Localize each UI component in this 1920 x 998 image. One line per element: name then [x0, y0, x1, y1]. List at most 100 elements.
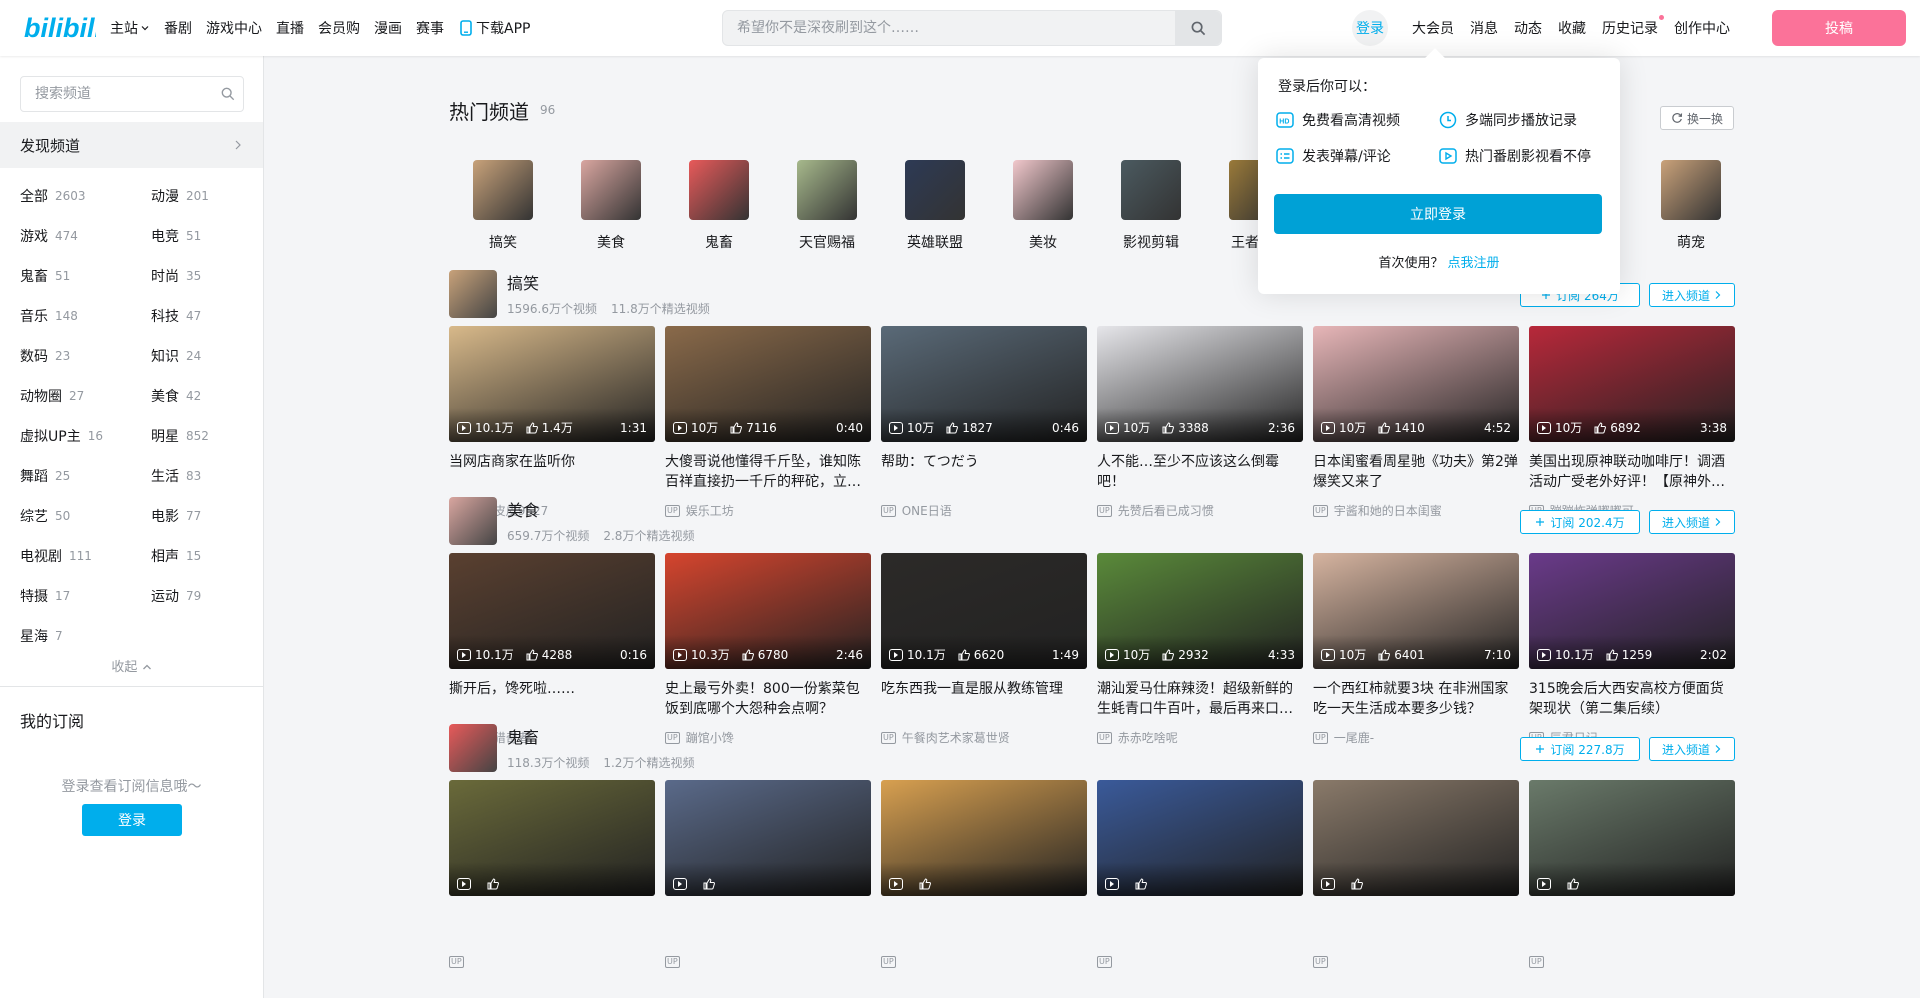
video-card[interactable]: 10.1万12592:02315晚会后大西安高校方便面货架现状（第二集后续）UP… [1529, 553, 1735, 746]
video-card[interactable]: UP [665, 780, 871, 968]
channel-search-input[interactable] [21, 77, 213, 111]
section-avatar[interactable] [449, 497, 497, 545]
bilibili-logo[interactable]: bilibili [24, 12, 96, 44]
video-card[interactable]: 10.3万 6780 2:46 史上最亏外卖！800一份紫菜包饭到底哪个大怨种会点啊？… [665, 553, 871, 746]
hot-channel-item[interactable]: 天官赐福 [773, 160, 881, 252]
video-card[interactable]: UP [1097, 780, 1303, 968]
video-card[interactable]: 10.1万 6620 1:49 吃东西我一直是服从教练管理 UP 午餐肉艺术家葛世贤 [881, 553, 1087, 746]
enter-channel-button[interactable]: 进入频道 [1649, 510, 1735, 534]
sidebar-category[interactable]: 相声 15 [151, 536, 250, 576]
video-thumbnail[interactable]: 10万 3388 2:36 [1097, 326, 1303, 442]
video-title[interactable]: 315晚会后大西安高校方便面货架现状（第二集后续） [1529, 679, 1735, 719]
sidebar-category[interactable]: 时尚 35 [151, 256, 250, 296]
video-card[interactable]: UP [449, 780, 655, 968]
hot-channel-item[interactable]: 影视剪辑 [1097, 160, 1205, 252]
sidebar-category[interactable]: 虚拟UP主 16 [20, 416, 151, 456]
sidebar-login-button[interactable]: 登录 [82, 804, 182, 836]
video-title[interactable]: 大傻哥说他懂得千斤坠，谁知陈百祥直接扔一千斤的秤砣，立… [665, 452, 871, 492]
collapse-button[interactable]: 收起 [0, 656, 263, 675]
sidebar-category[interactable]: 美食 42 [151, 376, 250, 416]
hot-channel-item[interactable]: 鬼畜 [665, 160, 773, 252]
login-now-button[interactable]: 立即登录 [1274, 194, 1602, 234]
video-title[interactable] [1313, 906, 1519, 946]
creator-center-link[interactable]: 创作中心 [1674, 18, 1730, 38]
video-card[interactable]: 10万 7116 0:40 大傻哥说他懂得千斤坠，谁知陈百祥直接扔一千斤的秤砣，立… U… [665, 326, 871, 519]
nav-manga[interactable]: 漫画 [374, 18, 402, 38]
vip-link[interactable]: 大会员 [1412, 18, 1454, 38]
video-title[interactable]: 人不能…至少不应该这么倒霉吧！ [1097, 452, 1303, 492]
video-title[interactable]: 帮助：てつだう [881, 452, 1087, 492]
nav-esports[interactable]: 赛事 [416, 18, 444, 38]
video-title[interactable]: 一个西红柿就要3块 在非洲国家吃一天生活成本要多少钱？ [1313, 679, 1519, 719]
video-card[interactable]: 10万 1827 0:46 帮助：てつだう UP ONE日语 [881, 326, 1087, 519]
video-title[interactable]: 美国出现原神联动咖啡厅！调酒活动广受老外好评！【原神外… [1529, 452, 1735, 492]
video-card[interactable]: 10.1万1.4万1:31当网店商家在监听你UP诸葛皮皮9527 [449, 326, 655, 519]
sidebar-category[interactable]: 知识 24 [151, 336, 250, 376]
nav-main-station[interactable]: 主站 [110, 18, 150, 38]
nav-anime[interactable]: 番剧 [164, 18, 192, 38]
video-thumbnail[interactable]: 10万 6401 7:10 [1313, 553, 1519, 669]
search-icon[interactable] [213, 87, 243, 101]
nav-game-center[interactable]: 游戏中心 [206, 18, 262, 38]
video-thumbnail[interactable] [665, 780, 871, 896]
video-title[interactable]: 当网店商家在监听你 [449, 452, 655, 492]
enter-channel-button[interactable]: 进入频道 [1649, 283, 1735, 307]
sidebar-category[interactable]: 游戏 474 [20, 216, 151, 256]
discover-channels[interactable]: 发现频道 [0, 122, 263, 168]
subscribe-button[interactable]: 订阅 202.4万 [1520, 510, 1640, 534]
video-card[interactable]: 10万 3388 2:36 人不能…至少不应该这么倒霉吧！ UP 先赞后看已成习惯 [1097, 326, 1303, 519]
dynamics-link[interactable]: 动态 [1514, 18, 1542, 38]
video-title[interactable]: 撕开后，馋死啦…… [449, 679, 655, 719]
upload-button[interactable]: 投稿 [1772, 10, 1906, 46]
video-title[interactable] [881, 906, 1087, 946]
video-card[interactable]: 10万68923:38美国出现原神联动咖啡厅！调酒活动广受老外好评！【原神外…U… [1529, 326, 1735, 519]
search-input[interactable] [723, 11, 1175, 45]
video-title[interactable] [1529, 906, 1735, 946]
video-thumbnail[interactable] [1529, 780, 1735, 896]
video-thumbnail[interactable]: 10.3万 6780 2:46 [665, 553, 871, 669]
video-thumbnail[interactable]: 10.1万 1259 2:02 [1529, 553, 1735, 669]
sidebar-category[interactable]: 运动 79 [151, 576, 250, 616]
hot-channel-item[interactable]: 萌宠 [1637, 160, 1745, 252]
video-thumbnail[interactable]: 10万 2932 4:33 [1097, 553, 1303, 669]
video-uploader[interactable]: UP [1097, 956, 1303, 968]
video-thumbnail[interactable]: 10万 7116 0:40 [665, 326, 871, 442]
video-title[interactable] [1097, 906, 1303, 946]
sidebar-category[interactable]: 生活 83 [151, 456, 250, 496]
sidebar-category[interactable]: 舞蹈 25 [20, 456, 151, 496]
sidebar-category[interactable]: 明星 852 [151, 416, 250, 456]
nav-mall[interactable]: 会员购 [318, 18, 360, 38]
video-thumbnail[interactable]: 10.1万 4288 0:16 [449, 553, 655, 669]
video-title[interactable] [449, 906, 655, 946]
video-card[interactable]: 10万 6401 7:10 一个西红柿就要3块 在非洲国家吃一天生活成本要多少钱？ UP… [1313, 553, 1519, 746]
video-thumbnail[interactable]: 10万 1827 0:46 [881, 326, 1087, 442]
video-title[interactable]: 吃东西我一直是服从教练管理 [881, 679, 1087, 719]
video-card[interactable]: 10万 1410 4:52 日本闺蜜看周星驰《功夫》第2弹 爆笑又来了 UP 宇酱和她的日… [1313, 326, 1519, 519]
sidebar-category[interactable]: 科技 47 [151, 296, 250, 336]
video-uploader[interactable]: UP [665, 956, 871, 968]
video-thumbnail[interactable] [881, 780, 1087, 896]
sidebar-category[interactable]: 动物圈 27 [20, 376, 151, 416]
sidebar-category[interactable]: 全部 2603 [20, 176, 151, 216]
nav-download-app[interactable]: 下载APP [458, 18, 530, 38]
subscribe-button[interactable]: 订阅 227.8万 [1520, 737, 1640, 761]
video-thumbnail[interactable] [1097, 780, 1303, 896]
sidebar-category[interactable]: 电竞 51 [151, 216, 250, 256]
video-title[interactable]: 史上最亏外卖！800一份紫菜包饭到底哪个大怨种会点啊？ [665, 679, 871, 719]
sidebar-category[interactable]: 动漫 201 [151, 176, 250, 216]
hot-channel-item[interactable]: 美妆 [989, 160, 1097, 252]
video-title[interactable]: 日本闺蜜看周星驰《功夫》第2弹 爆笑又来了 [1313, 452, 1519, 492]
video-title[interactable]: 潮汕爱马仕麻辣烫！超级新鲜的生蚝青口牛百叶，最后再来口… [1097, 679, 1303, 719]
video-thumbnail[interactable]: 10万 6892 3:38 [1529, 326, 1735, 442]
section-name[interactable]: 美食 [507, 497, 539, 521]
register-link[interactable]: 点我注册 [1448, 256, 1500, 271]
hot-channel-item[interactable]: 搞笑 [449, 160, 557, 252]
video-thumbnail[interactable]: 10万 1410 4:52 [1313, 326, 1519, 442]
video-thumbnail[interactable]: 10.1万 6620 1:49 [881, 553, 1087, 669]
sidebar-category[interactable]: 数码 23 [20, 336, 151, 376]
sidebar-category[interactable]: 音乐 148 [20, 296, 151, 336]
sidebar-category[interactable]: 电视剧 111 [20, 536, 151, 576]
video-uploader[interactable]: UP [1313, 956, 1519, 968]
section-name[interactable]: 鬼畜 [507, 724, 539, 748]
section-avatar[interactable] [449, 724, 497, 772]
